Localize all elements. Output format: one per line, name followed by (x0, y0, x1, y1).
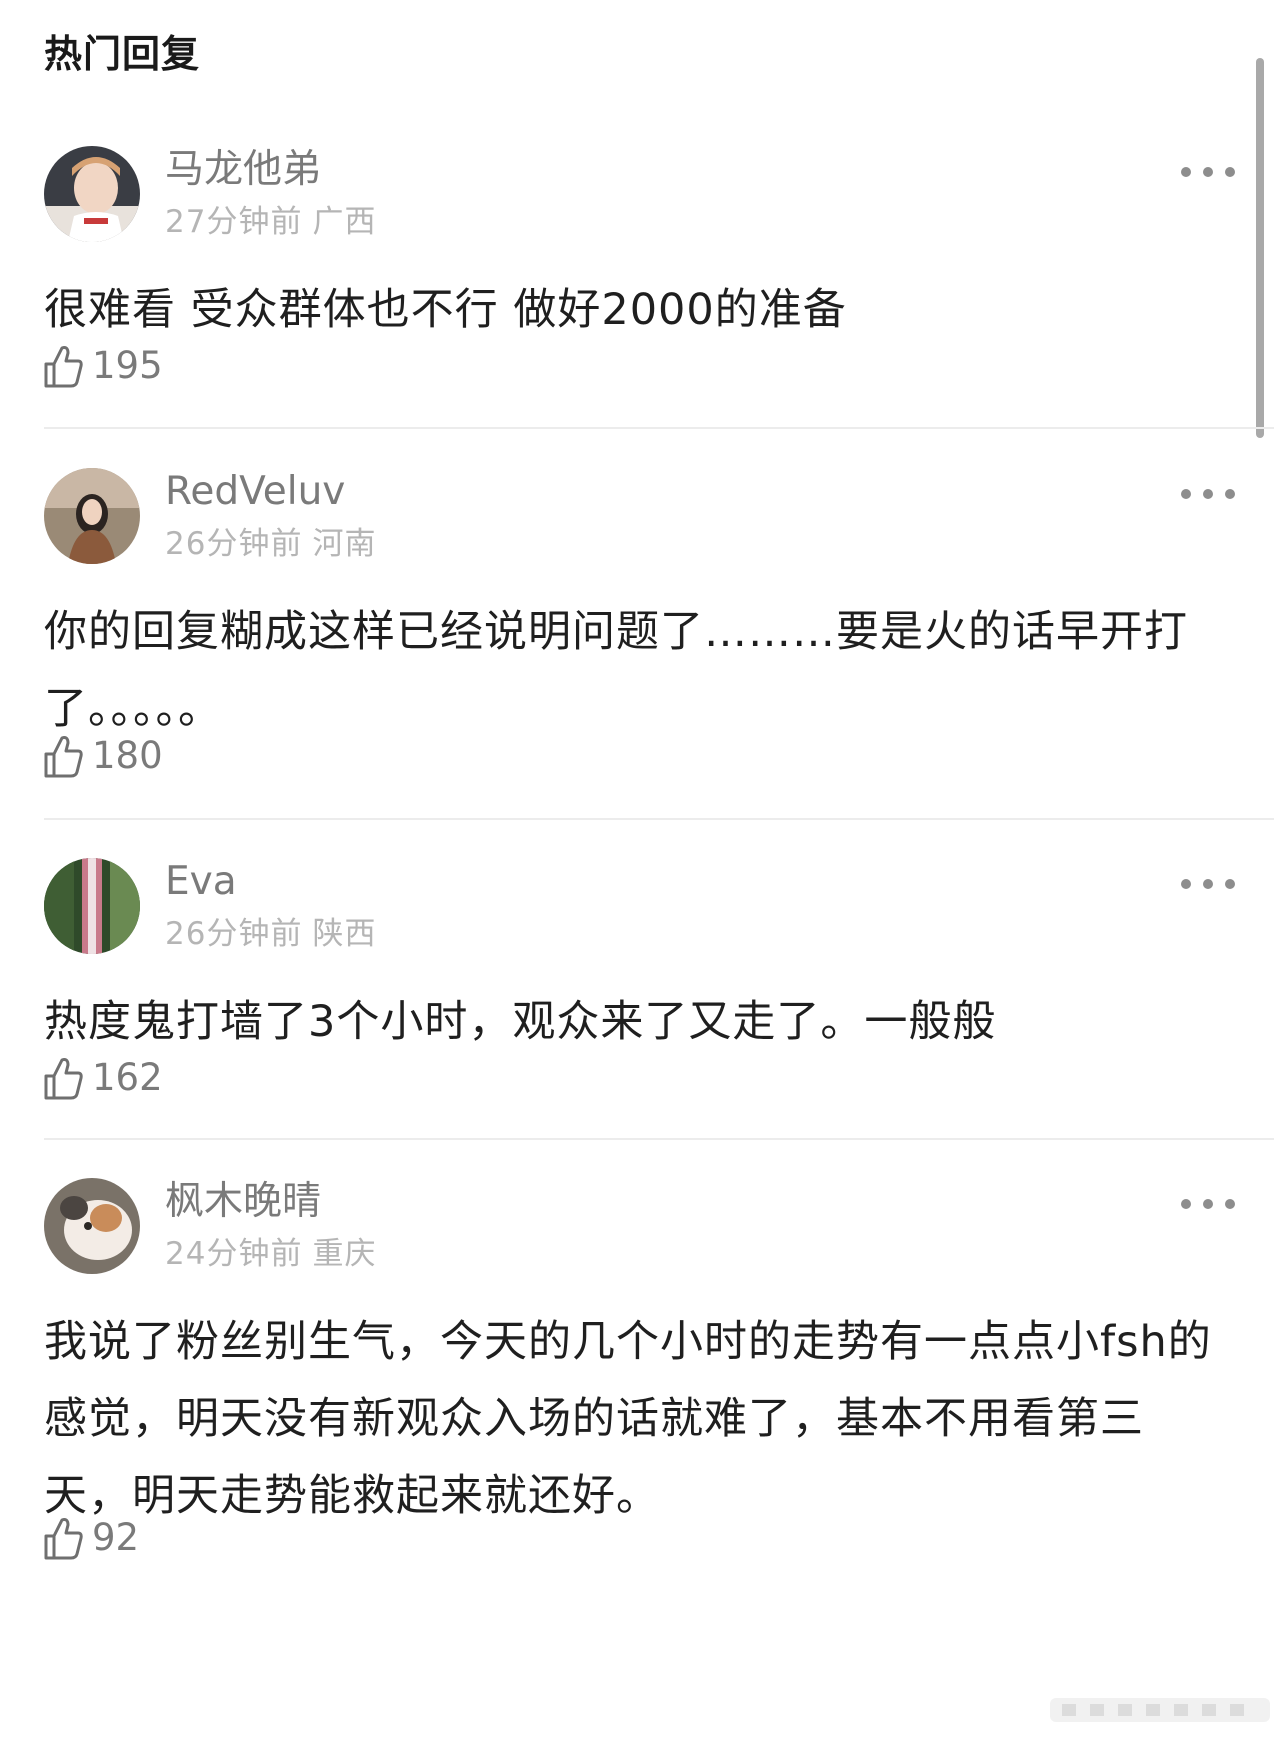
comment-time: 24分钟前 (165, 1236, 303, 1272)
more-options-icon[interactable] (1178, 1192, 1238, 1216)
comment-time: 26分钟前 (165, 916, 303, 952)
comment-text: 很难看 受众群体也不行 做好2000的准备 (44, 285, 847, 335)
username[interactable]: 枫木晚晴 (165, 1178, 321, 1226)
more-options-icon[interactable] (1178, 872, 1238, 896)
thumbs-up-icon (44, 1056, 84, 1100)
more-options-icon[interactable] (1178, 482, 1238, 506)
like-button[interactable]: 180 (44, 726, 163, 786)
like-count: 92 (92, 1516, 140, 1559)
divider (44, 818, 1274, 820)
username[interactable]: RedVeluv (165, 468, 345, 516)
comment-meta: 27分钟前 广西 (165, 202, 376, 242)
divider (44, 1138, 1274, 1140)
thumbs-up-icon (44, 1516, 84, 1560)
comment-time: 27分钟前 (165, 204, 303, 240)
comment-meta: 26分钟前 陕西 (165, 914, 376, 954)
scrollbar[interactable] (1256, 58, 1264, 438)
username[interactable]: Eva (165, 858, 237, 906)
comment-location: 河南 (312, 526, 377, 562)
more-options-icon[interactable] (1178, 160, 1238, 184)
comment-text: 热度鬼打墙了3个小时，观众来了又走了。一般般 (44, 997, 997, 1047)
comment-text: 我说了粉丝别生气，今天的几个小时的走势有一点点小fsh的感觉，明天没有新观众入场… (44, 1317, 1212, 1521)
thumbs-up-icon (44, 344, 84, 388)
watermark (1050, 1690, 1270, 1730)
comment-location: 重庆 (312, 1236, 377, 1272)
comment-meta: 26分钟前 河南 (165, 524, 376, 564)
username[interactable]: 马龙他弟 (165, 146, 321, 194)
avatar[interactable] (44, 1178, 140, 1274)
section-title: 热门回复 (44, 32, 201, 76)
comment-time: 26分钟前 (165, 526, 303, 562)
comment-location: 广西 (312, 204, 377, 240)
comment-meta: 24分钟前 重庆 (165, 1234, 376, 1274)
like-count: 180 (92, 734, 163, 777)
like-button[interactable]: 195 (44, 336, 163, 396)
avatar[interactable] (44, 858, 140, 954)
like-count: 195 (92, 344, 163, 387)
comment-text: 你的回复糊成这样已经说明问题了………要是火的话早开打了。。。。。 (44, 607, 1188, 734)
divider (44, 427, 1274, 429)
like-button[interactable]: 162 (44, 1048, 163, 1108)
avatar[interactable] (44, 468, 140, 564)
avatar[interactable] (44, 146, 140, 242)
comment-location: 陕西 (312, 916, 377, 952)
thumbs-up-icon (44, 734, 84, 778)
like-button[interactable]: 92 (44, 1508, 139, 1568)
like-count: 162 (92, 1056, 163, 1099)
